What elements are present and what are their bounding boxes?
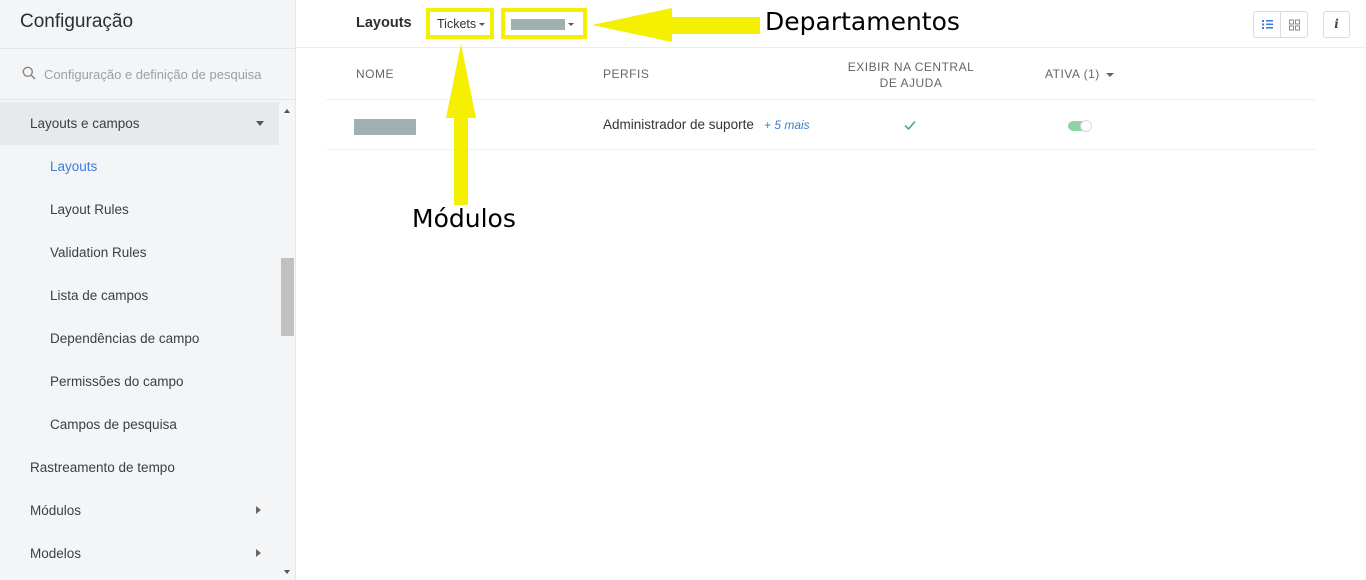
table-header: NOME PERFIS EXIBIR NA CENTRAL DE AJUDA A… xyxy=(326,49,1316,100)
chevron-right-icon xyxy=(256,506,261,514)
more-profiles-link[interactable]: + 5 mais xyxy=(764,118,810,132)
search-icon xyxy=(22,66,36,80)
scrollbar-thumb[interactable] xyxy=(281,258,294,336)
active-toggle[interactable] xyxy=(1068,120,1092,132)
module-dropdown[interactable]: Tickets xyxy=(426,8,494,39)
column-header-ativa[interactable]: ATIVA (1) xyxy=(1045,67,1114,81)
sidebar-search xyxy=(0,48,295,100)
view-toggle-group xyxy=(1253,11,1308,38)
department-dropdown-value xyxy=(511,19,565,30)
table-row[interactable]: Administrador de suporte + 5 mais xyxy=(326,101,1316,150)
sidebar-item-modelos[interactable]: Modelos xyxy=(0,532,279,575)
profile-name: Administrador de suporte xyxy=(603,117,754,132)
caret-down-icon xyxy=(568,23,574,26)
sidebar-item-label: Campos de pesquisa xyxy=(50,417,177,432)
sidebar-item-validation-rules[interactable]: Validation Rules xyxy=(0,231,279,274)
sidebar-item-label: Dependências de campo xyxy=(50,331,200,346)
caret-down-icon xyxy=(1105,72,1114,77)
column-header-nome[interactable]: NOME xyxy=(356,67,394,81)
module-dropdown-value: Tickets xyxy=(437,17,477,31)
department-dropdown[interactable] xyxy=(501,8,587,39)
sidebar-item-permissoes-do-campo[interactable]: Permissões do campo xyxy=(0,360,279,403)
info-icon: i xyxy=(1334,17,1339,31)
column-header-ativa-label: ATIVA (1) xyxy=(1045,67,1100,81)
grid-view-button[interactable] xyxy=(1281,12,1308,37)
sidebar-item-dependencias-de-campo[interactable]: Dependências de campo xyxy=(0,317,279,360)
caret-down-icon xyxy=(479,23,485,26)
sidebar-item-lista-de-campos[interactable]: Lista de campos xyxy=(0,274,279,317)
annotation-departamentos: Departamentos xyxy=(765,7,960,36)
sidebar-title: Configuração xyxy=(20,11,134,32)
sidebar-item-campos-de-pesquisa[interactable]: Campos de pesquisa xyxy=(0,403,279,446)
sidebar-item-label: Modelos xyxy=(30,546,82,561)
info-button[interactable]: i xyxy=(1323,11,1350,38)
check-icon xyxy=(904,120,916,131)
toggle-knob xyxy=(1080,120,1092,132)
sidebar-item-label: Layouts e campos xyxy=(30,116,140,131)
list-view-icon xyxy=(1262,20,1273,29)
search-input[interactable] xyxy=(44,63,274,85)
sidebar-item-modulos[interactable]: Módulos xyxy=(0,489,279,532)
page-title: Layouts xyxy=(356,15,412,31)
sidebar-scrollbar[interactable] xyxy=(280,105,295,580)
annotation-modulos: Módulos xyxy=(412,204,516,233)
grid-view-icon xyxy=(1289,19,1300,31)
sidebar-item-label: Layout Rules xyxy=(50,202,129,217)
sidebar: Configuração Layouts e campos Layouts La… xyxy=(0,0,296,580)
list-view-button[interactable] xyxy=(1254,12,1281,37)
sidebar-item-layout-rules[interactable]: Layout Rules xyxy=(0,188,279,231)
scroll-up-arrow-icon[interactable] xyxy=(284,109,290,113)
sidebar-item-label: Validation Rules xyxy=(50,245,147,260)
sidebar-item-layouts[interactable]: Layouts xyxy=(0,145,279,188)
column-header-exibir[interactable]: EXIBIR NA CENTRAL DE AJUDA xyxy=(841,59,981,91)
sidebar-item-label: Permissões do campo xyxy=(50,374,184,389)
sidebar-item-label: Lista de campos xyxy=(50,288,149,303)
sidebar-item-label: Layouts xyxy=(50,159,98,174)
sidebar-item-rastreamento-de-tempo[interactable]: Rastreamento de tempo xyxy=(0,446,279,489)
scroll-down-arrow-icon[interactable] xyxy=(284,570,290,574)
column-header-perfis[interactable]: PERFIS xyxy=(603,67,649,81)
sidebar-nav: Layouts e campos Layouts Layout Rules Va… xyxy=(0,102,279,575)
sidebar-item-layouts-e-campos[interactable]: Layouts e campos xyxy=(0,102,279,145)
chevron-right-icon xyxy=(256,549,261,557)
sidebar-item-label: Rastreamento de tempo xyxy=(30,460,175,475)
layout-name[interactable] xyxy=(354,119,416,135)
sidebar-item-label: Módulos xyxy=(30,503,82,518)
caret-down-icon xyxy=(256,121,264,126)
